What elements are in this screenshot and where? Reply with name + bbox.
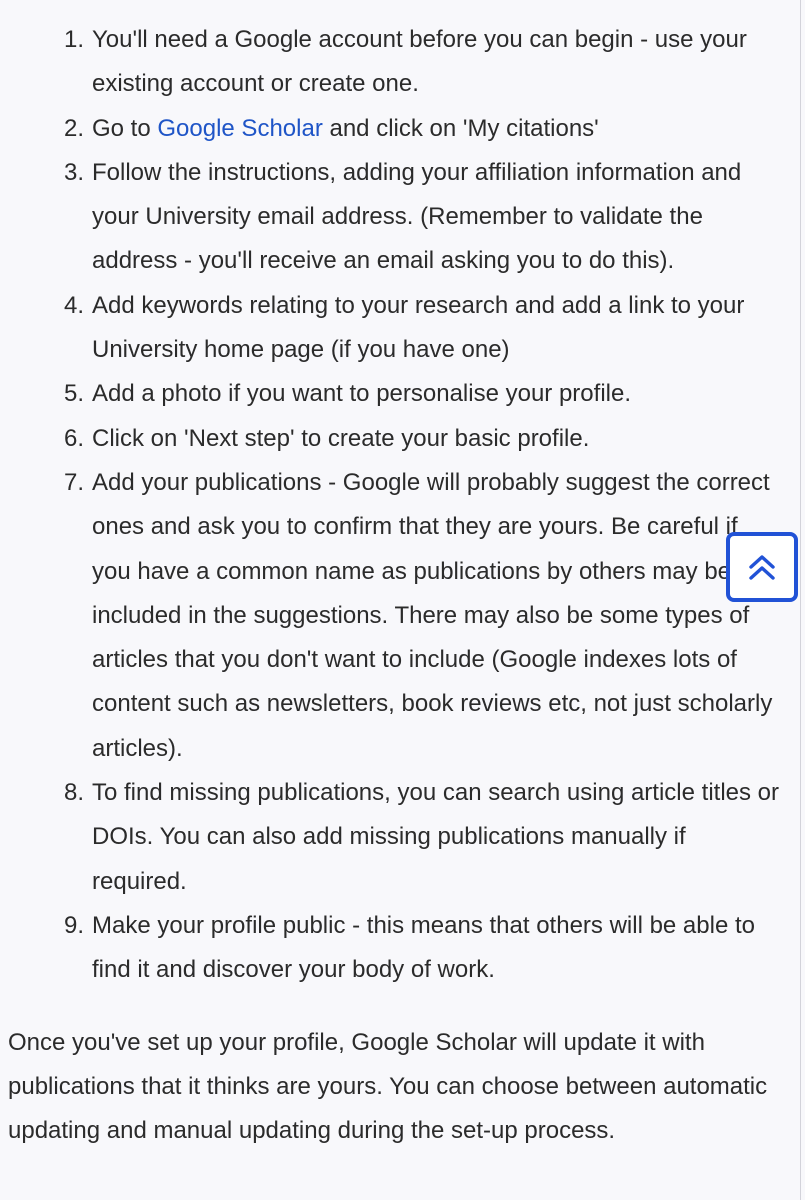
step-number: 2. [64,114,85,142]
double-chevron-up-icon [749,555,775,580]
step-text: Make your profile public - this means th… [92,911,755,984]
step-number: 6. [64,424,85,452]
step-text: You'll need a Google account before you … [92,26,747,98]
step-number: 7. [64,468,85,496]
step-text: Add your publications - Google will prob… [92,468,773,762]
list-item-step-7: 7. Add your publications - Google will p… [64,461,780,771]
list-item-step-9: 9. Make your profile public - this means… [64,904,780,993]
list-item-step-1: 1. You'll need a Google account before y… [64,18,780,107]
step-text: Add a photo if you want to personalise y… [92,380,631,408]
step-number: 1. [64,26,85,53]
step-text-before-link: Go to [92,114,158,142]
step-text: Click on 'Next step' to create your basi… [92,424,590,452]
step-number: 9. [64,911,85,939]
step-number: 8. [64,779,85,807]
steps-list: 1. You'll need a Google account before y… [0,18,780,993]
step-text: Follow the instructions, adding your aff… [92,158,742,275]
step-number: 3. [64,158,85,186]
list-item-step-5: 5. Add a photo if you want to personalis… [64,372,780,416]
step-number: 4. [64,291,85,319]
step-text: To find missing publications, you can se… [92,779,779,895]
content-border [800,0,801,1200]
profile-update-note: Once you've set up your profile, Google … [8,1028,768,1145]
list-item-step-2: 2. Go to Google Scholar and click on 'My… [64,107,780,151]
main-content: 1. You'll need a Google account before y… [0,18,780,1153]
list-item-step-4: 4. Add keywords relating to your researc… [64,284,780,373]
step-number: 5. [64,380,85,408]
list-item-step-8: 8. To find missing publications, you can… [64,771,780,904]
step-text-after-link: and click on 'My citations' [322,114,599,142]
list-item-step-6: 6. Click on 'Next step' to create your b… [64,417,780,461]
step-text: Add keywords relating to your research a… [92,291,745,364]
back-to-top-button[interactable] [726,532,798,602]
google-scholar-link[interactable]: Google Scholar [157,115,322,142]
list-item-step-3: 3. Follow the instructions, adding your … [64,151,780,284]
